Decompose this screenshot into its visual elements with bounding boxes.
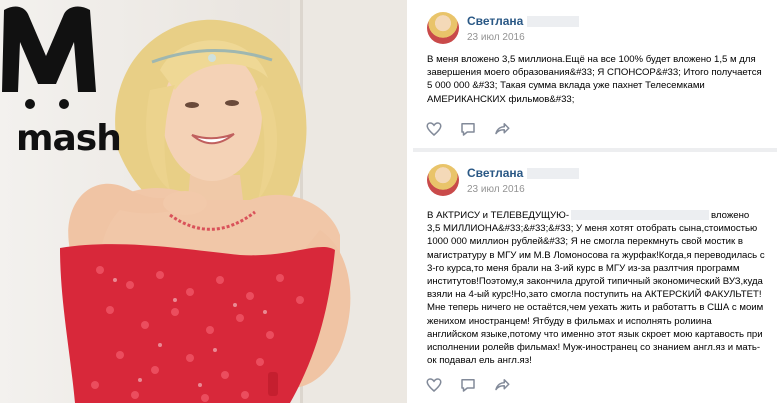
heart-icon — [426, 378, 442, 392]
like-button[interactable] — [425, 120, 443, 138]
mash-logo-text: mash — [16, 118, 122, 159]
author-name-text[interactable]: Светлана — [467, 14, 523, 28]
share-button[interactable] — [493, 120, 511, 138]
comment-icon — [461, 123, 475, 136]
redacted-surname — [527, 168, 580, 180]
post-text: В меня вложено 3,5 миллиона.Ещё на все 1… — [427, 54, 762, 105]
comment-button[interactable] — [459, 120, 477, 138]
redacted-text — [571, 210, 710, 221]
post-date[interactable]: 23 июл 2016 — [467, 184, 525, 195]
share-button[interactable] — [493, 376, 511, 394]
heart-icon — [426, 122, 442, 136]
share-icon — [495, 123, 510, 135]
post-text-start: В АКТРИСУ и ТЕЛЕВЕДУЩУЮ- — [427, 210, 570, 221]
share-icon — [495, 379, 510, 391]
post-text-rest: вложено 3,5 МИЛЛИОНА&#33;&#33;&#33; У ме… — [427, 210, 765, 367]
author-name-text[interactable]: Светлана — [467, 166, 523, 180]
post-text: В АКТРИСУ и ТЕЛЕВЕДУЩУЮ-вложено 3,5 МИЛЛ… — [427, 209, 765, 367]
author-name[interactable]: Светлана — [467, 14, 580, 28]
post-date[interactable]: 23 июл 2016 — [467, 32, 525, 43]
author-name[interactable]: Светлана — [467, 166, 580, 180]
like-button[interactable] — [425, 376, 443, 394]
author-avatar[interactable] — [427, 12, 459, 44]
post-card-2: Светлана 23 июл 2016 В АКТРИСУ и ТЕЛЕВЕД… — [413, 152, 777, 403]
comment-icon — [461, 379, 475, 392]
redacted-surname — [527, 16, 580, 28]
post-card-1: Светлана 23 июл 2016 В меня вложено 3,5 … — [413, 0, 777, 149]
comment-button[interactable] — [459, 376, 477, 394]
woman-photo: mash — [0, 0, 407, 403]
author-avatar[interactable] — [427, 164, 459, 196]
